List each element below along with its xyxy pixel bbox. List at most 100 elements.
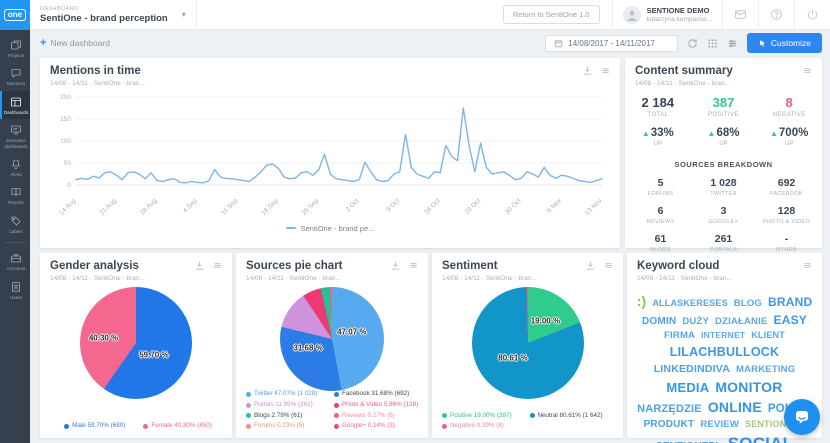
- sentione-logo[interactable]: one: [0, 0, 30, 30]
- messages-button[interactable]: [722, 0, 758, 29]
- legend-item-reviews[interactable]: Reviews 0.27% (6): [334, 411, 422, 422]
- keyword-allaskereses[interactable]: ALLASKERESES: [652, 297, 727, 309]
- widget-menu-icon[interactable]: [802, 65, 813, 76]
- keyword-easy[interactable]: EASY: [774, 312, 807, 328]
- logout-button[interactable]: [794, 0, 830, 29]
- download-icon[interactable]: [582, 65, 593, 76]
- legend-text: Female 40.30% (450): [151, 421, 212, 432]
- keyword-online[interactable]: ONLINE: [708, 398, 762, 417]
- pie-slice-label: 31.68 %: [293, 344, 322, 353]
- keyword-duży[interactable]: DUŻY: [682, 316, 709, 329]
- legend-item-female[interactable]: Female 40.30% (450): [143, 421, 212, 432]
- sidebar-item-executive-dashboards[interactable]: Executive dashboards: [0, 119, 30, 153]
- pie-slice-label: 59.70 %: [139, 350, 168, 359]
- sidebar-item-reports[interactable]: Reports: [0, 181, 30, 209]
- legend-item-negative[interactable]: Negative 0.39% (8): [442, 421, 530, 432]
- widget-menu-icon[interactable]: [212, 260, 223, 271]
- legend-item-neutral[interactable]: Neutral 80.61% (1 642): [530, 411, 618, 422]
- sidebar-item-alerts[interactable]: Alerts: [0, 153, 30, 181]
- sidebar-item-projects[interactable]: Projects: [0, 34, 30, 62]
- keyword-produkt[interactable]: PRODUKT: [643, 418, 694, 432]
- keyword-review[interactable]: REVIEW: [700, 419, 739, 432]
- keyword-klient[interactable]: KLIENT: [751, 329, 785, 341]
- keyword-media[interactable]: MEDIA: [666, 379, 709, 397]
- keyword-działanie[interactable]: DZIAŁANIE: [715, 316, 767, 329]
- breakdown-forums: 5 FORUMS: [629, 177, 692, 197]
- legend-item-positive[interactable]: Positive 19.00% (387): [442, 411, 530, 422]
- gender-pie-chart[interactable]: 59.70 %40.30 %: [80, 287, 192, 399]
- widget-menu-icon[interactable]: [600, 65, 611, 76]
- arrow-up-icon: ▲: [708, 129, 716, 138]
- legend-item-google+[interactable]: Google+ 0.14% (3): [334, 421, 422, 432]
- y-axis-tick: 0: [67, 182, 71, 189]
- breakdown-value: 692: [755, 177, 818, 189]
- keyword-lilachbullock[interactable]: LILACHBULLOCK: [670, 344, 780, 361]
- legend-item-twitter[interactable]: Twitter 47.07% (1 028): [246, 389, 334, 400]
- sidebar-item-mentions[interactable]: Mentions: [0, 62, 30, 90]
- legend-item-forums[interactable]: Forums 0.23% (5): [246, 421, 334, 432]
- download-icon[interactable]: [585, 260, 596, 271]
- sidebar-item-labels[interactable]: Labels: [0, 210, 30, 238]
- legend-dot: [246, 413, 251, 418]
- sidebar-item-dashboards[interactable]: Dashboards: [0, 91, 30, 119]
- sources-pie-chart[interactable]: 47.07 %31.68 %: [280, 287, 384, 391]
- keyword-brand[interactable]: BRAND: [768, 294, 812, 310]
- user-menu[interactable]: SENTIONE DEMO katarzyna.kempadse...: [612, 0, 722, 29]
- x-axis-tick: 6 Nov: [546, 197, 563, 214]
- grid-dots-icon: [707, 38, 718, 49]
- breakdown-value: 3: [692, 205, 755, 217]
- legend-item-portals[interactable]: Portals 11.95% (261): [246, 400, 334, 411]
- return-to-sentione-button[interactable]: Return to SentiOne 1.0: [503, 5, 600, 24]
- widget-menu-icon[interactable]: [408, 260, 419, 271]
- customize-button[interactable]: Customize: [747, 33, 822, 53]
- download-icon[interactable]: [390, 260, 401, 271]
- chat-launcher-button[interactable]: [784, 399, 820, 435]
- keyword--)[interactable]: :): [637, 292, 647, 311]
- keyword-monitor[interactable]: MONITOR: [715, 378, 782, 397]
- stat-negative: 8 NEGATIVE: [756, 95, 822, 118]
- legend-dot: [334, 403, 339, 408]
- sentione-dashboard-app: one Dashboard SentiOne - brand perceptio…: [0, 0, 830, 443]
- keyword-domin[interactable]: DOMIN: [642, 315, 676, 329]
- sidebar-item-users[interactable]: Users: [0, 276, 30, 304]
- change-direction: UP: [625, 141, 691, 147]
- mentions-line-chart[interactable]: 05010015020014 Aug21 Aug28 Aug4 Sep11 Se…: [50, 89, 610, 223]
- widget-menu-icon[interactable]: [802, 260, 813, 271]
- dashboard-selector[interactable]: Dashboard SentiOne - brand perception ▾: [30, 0, 197, 29]
- sidebar-item-accounts[interactable]: Accounts: [0, 247, 30, 275]
- download-icon[interactable]: [194, 260, 205, 271]
- legend-item-male[interactable]: Male 59.70% (680): [64, 421, 125, 432]
- sentiment-pie-chart[interactable]: 19.00 %80.61 %: [472, 287, 584, 399]
- legend-item-photo-video[interactable]: Photo & Video 5.86% (128): [334, 400, 422, 411]
- layout-settings-button[interactable]: [727, 38, 738, 49]
- date-range-picker[interactable]: 14/08/2017 - 14/11/2017: [545, 35, 678, 52]
- keyword-blog[interactable]: BLOG: [734, 298, 762, 311]
- new-dashboard-button[interactable]: + New dashboard: [40, 37, 110, 49]
- refresh-button[interactable]: [687, 38, 698, 49]
- legend-text: Neutral 80.61% (1 642): [538, 411, 603, 422]
- y-axis-tick: 100: [60, 138, 71, 145]
- mail-icon: [734, 8, 747, 21]
- x-axis-tick: 30 Oct: [504, 197, 523, 216]
- line-chart-legend[interactable]: SentiOne - brand pe...: [40, 224, 620, 233]
- legend-text: Facebook 31.68% (692): [342, 389, 409, 400]
- change-stat: ▲700% UP: [756, 127, 822, 147]
- dashboard-selector-label: Dashboard: [40, 6, 168, 12]
- keyword-narzędzie[interactable]: NARZĘDZIE: [637, 402, 702, 417]
- keyword-marketing[interactable]: MARKETING: [736, 364, 795, 377]
- stat-label: TOTAL: [625, 112, 691, 118]
- keyword-linkedindiva[interactable]: LINKEDINDIVA: [654, 362, 730, 376]
- y-axis-tick: 50: [64, 160, 72, 167]
- keyword-social[interactable]: SOCIAL: [728, 433, 793, 443]
- keyword-internet[interactable]: INTERNET: [701, 330, 745, 341]
- breakdown-portals: 261 PORTALS: [692, 233, 755, 253]
- widgets-grid-button[interactable]: [707, 38, 718, 49]
- legend-dot: [442, 424, 447, 429]
- legend-item-blogs[interactable]: Blogs 2.79% (61): [246, 411, 334, 422]
- help-button[interactable]: [758, 0, 794, 29]
- breakdown-blogs: 61 BLOGS: [629, 233, 692, 253]
- customize-label: Customize: [771, 38, 811, 48]
- keyword-firma[interactable]: FIRMA: [664, 330, 695, 343]
- widget-menu-icon[interactable]: [603, 260, 614, 271]
- legend-item-facebook[interactable]: Facebook 31.68% (692): [334, 389, 422, 400]
